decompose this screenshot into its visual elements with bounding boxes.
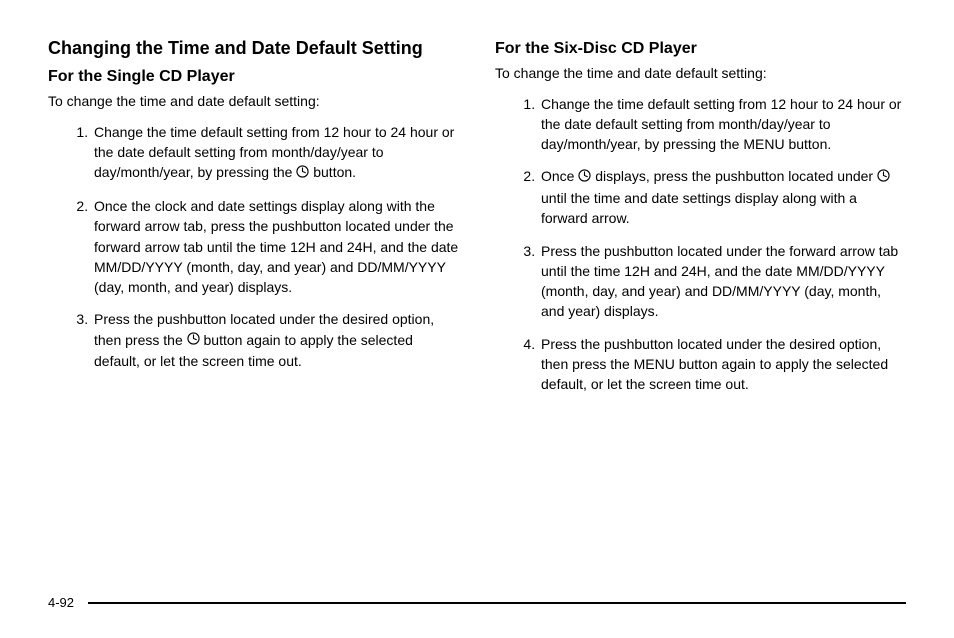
steps-list-single-cd: Change the time default setting from 12 … bbox=[48, 122, 459, 372]
list-item: Change the time default setting from 12 … bbox=[539, 94, 906, 155]
step-text: Press the pushbutton located under the d… bbox=[541, 336, 888, 393]
content-columns: Changing the Time and Date Default Setti… bbox=[48, 36, 906, 407]
step-text: Press the pushbutton located under the f… bbox=[541, 243, 898, 320]
steps-list-six-disc: Change the time default setting from 12 … bbox=[495, 94, 906, 395]
clock-icon bbox=[296, 163, 309, 183]
step-text: Once the clock and date settings display… bbox=[94, 198, 458, 295]
step-text: Change the time default setting from 12 … bbox=[541, 96, 901, 153]
list-item: Change the time default setting from 12 … bbox=[92, 122, 459, 184]
section-heading: Changing the Time and Date Default Setti… bbox=[48, 36, 459, 60]
list-item: Once the clock and date settings display… bbox=[92, 196, 459, 297]
page-number: 4-92 bbox=[48, 595, 74, 610]
subsection-heading-single-cd: For the Single CD Player bbox=[48, 68, 459, 86]
left-column: Changing the Time and Date Default Setti… bbox=[48, 36, 459, 407]
right-column: For the Six-Disc CD Player To change the… bbox=[495, 36, 906, 407]
step-text: button. bbox=[309, 164, 356, 180]
step-text: displays, press the pushbutton located u… bbox=[591, 168, 877, 184]
clock-icon bbox=[187, 330, 200, 350]
list-item: Press the pushbutton located under the d… bbox=[92, 309, 459, 371]
page-footer: 4-92 bbox=[48, 595, 906, 610]
list-item: Press the pushbutton located under the d… bbox=[539, 334, 906, 395]
step-text: Change the time default setting from 12 … bbox=[94, 124, 454, 181]
step-text: Once bbox=[541, 168, 578, 184]
list-item: Press the pushbutton located under the f… bbox=[539, 241, 906, 322]
intro-text: To change the time and date default sett… bbox=[48, 92, 459, 112]
footer-rule bbox=[88, 602, 906, 604]
step-text: until the time and date settings display… bbox=[541, 190, 857, 226]
clock-icon bbox=[877, 167, 890, 187]
subsection-heading-six-disc: For the Six-Disc CD Player bbox=[495, 40, 906, 58]
intro-text: To change the time and date default sett… bbox=[495, 64, 906, 84]
list-item: Once displays, press the pushbutton loca… bbox=[539, 166, 906, 228]
clock-icon bbox=[578, 167, 591, 187]
